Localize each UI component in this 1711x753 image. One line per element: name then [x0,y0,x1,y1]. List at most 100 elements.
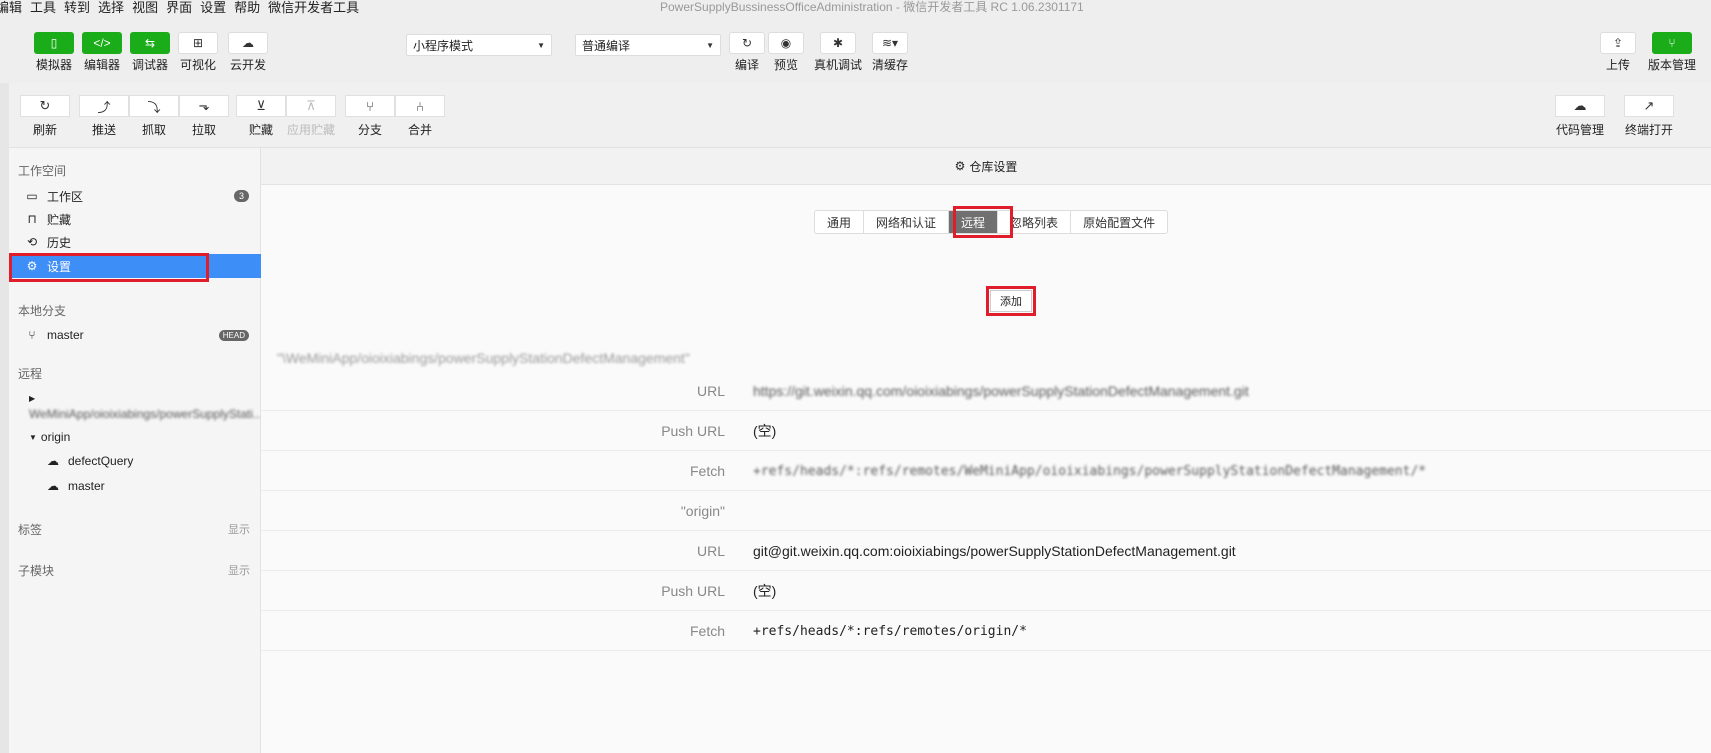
stash-icon: ⊓ [27,212,37,226]
remote-item-origin[interactable]: ▼ origin [9,425,261,449]
editor-button[interactable]: </> 编辑器 [82,32,122,73]
sidebar-item-branch-master[interactable]: ⑂ master HEAD [9,323,261,347]
menu-goto[interactable]: 转到 [64,1,90,15]
editor-label: 编辑器 [83,58,120,72]
clear-cache-button[interactable]: ≋▾ 清缓存 [872,32,908,73]
remote-tab-highlight-box [953,206,1013,238]
remote-fetch-row: Fetch +refs/heads/*:refs/remotes/WeMiniA… [261,452,1711,491]
compile-button[interactable]: ↻ 编译 [729,32,765,73]
branch-label: 分支 [357,123,382,137]
version-mgmt-label: 版本管理 [1648,58,1697,72]
push-url-value[interactable]: (空) [753,421,776,441]
content-header: ⚙ 仓库设置 [261,148,1711,185]
debug-toggle-icon: ⇆ [130,32,170,54]
remote-debug-button[interactable]: ✱ 真机调试 [814,32,862,73]
menu-settings[interactable]: 设置 [200,1,226,15]
code-mgmt-button[interactable]: ☁ 代码管理 [1555,95,1605,138]
cloud-button[interactable]: ☁ 云开发 [228,32,268,73]
push-url-label: Push URL [661,583,725,599]
menu-edit[interactable]: 编辑 [0,1,22,15]
cloud-label: 云开发 [229,58,266,72]
terminal-label: 终端打开 [1624,123,1673,137]
refresh-icon: ↻ [20,95,70,117]
fetch-refspec-value[interactable]: +refs/heads/*:refs/remotes/origin/* [753,624,1027,639]
remote-push-url-row: Push URL (空) [261,572,1711,611]
remote-branch-item[interactable]: ☁ defectQuery [9,449,261,473]
url-label: URL [696,383,725,399]
cloud-branch-icon: ☁ [47,454,59,468]
remote-url-value[interactable]: https://git.weixin.qq.com/oioixiabings/p… [753,383,1249,399]
merge-button[interactable]: ⑃ 合并 [395,95,445,138]
menu-help[interactable]: 帮助 [234,1,260,15]
tab-raw-config[interactable]: 原始配置文件 [1071,211,1167,233]
terminal-button[interactable]: ↗ 终端打开 [1624,95,1674,138]
mode-select[interactable]: 小程序模式 ▼ [406,34,552,56]
version-mgmt-button[interactable]: ⑂ 版本管理 [1648,32,1696,73]
repo-settings-content: ⚙ 仓库设置 通用 网络和认证 远程 忽略列表 原始配置文件 添加 "\WeMi… [261,148,1711,753]
upload-button[interactable]: ⇪ 上传 [1600,32,1636,73]
tab-general[interactable]: 通用 [815,211,865,233]
debugger-button[interactable]: ⇆ 调试器 [130,32,170,73]
git-sidebar: 工作空间 ▭ 工作区 3 ⊓ 贮藏 ⟲ 历史 ⚙ 设置 本地分支 ⑂ maste… [9,148,261,753]
push-url-label: Push URL [661,423,725,439]
tab-network-auth[interactable]: 网络和认证 [864,211,950,233]
tags-show-link[interactable]: 显示 [228,521,250,537]
apply-stash-button[interactable]: ⊼ 应用贮藏 [286,95,336,138]
menu-tools[interactable]: 工具 [30,1,56,15]
sidebar-item-workarea[interactable]: ▭ 工作区 3 [9,184,261,208]
remote-url-row: URL git@git.weixin.qq.com:oioixiabings/p… [261,532,1711,571]
push-icon: ⤴ [79,95,129,117]
remote-branch-item[interactable]: ☁ master [9,474,261,498]
local-branch-section-title: 本地分支 [18,304,67,318]
gear-icon: ⚙ [954,159,966,173]
stash-button[interactable]: ⊻ 贮藏 [236,95,286,138]
code-icon: </> [82,32,122,54]
remote-origin-label: origin [40,430,71,444]
visual-button[interactable]: ⊞ 可视化 [178,32,218,73]
push-button[interactable]: ⤴ 推送 [79,95,129,138]
sidebar-item-history[interactable]: ⟲ 历史 [9,230,261,254]
sidebar-item-label: 历史 [47,235,72,250]
remote-name: "\WeMiniApp/oioixiabings/powerSupplyStat… [277,350,690,366]
folder-icon: ▭ [26,189,38,203]
apply-stash-label: 应用贮藏 [286,123,335,137]
cloud-sync-icon: ☁ [1555,95,1605,117]
pull-button[interactable]: ⬎ 拉取 [179,95,229,138]
fetch-label: Fetch [689,463,725,479]
remote-debug-label: 真机调试 [814,58,863,72]
remote-item-label: WeMiniApp/oioixiabings/powerSupplyStati.… [29,407,261,421]
bug-icon: ✱ [820,32,856,54]
chevron-down-icon: ▼ [537,40,545,50]
menu-interface[interactable]: 界面 [166,1,192,15]
compile-select[interactable]: 普通编译 ▼ [575,34,721,56]
visual-label: 可视化 [179,58,216,72]
menu-view[interactable]: 视图 [132,1,158,15]
preview-button[interactable]: ◉ 预览 [768,32,804,73]
mode-select-value: 小程序模式 [413,38,474,53]
git-toolbar: ↻ 刷新 ⤴ 推送 ⤵ 抓取 ⬎ 拉取 ⊻ 贮藏 ⊼ 应用贮藏 ⑂ 分支 ⑃ 合… [9,83,1711,148]
sidebar-item-stash[interactable]: ⊓ 贮藏 [9,207,261,231]
remote-url-value[interactable]: git@git.weixin.qq.com:oioixiabings/power… [753,543,1236,559]
menu-select[interactable]: 选择 [98,1,124,15]
branch-icon: ⑂ [345,95,395,117]
menu-devtools[interactable]: 微信开发者工具 [268,1,359,15]
upload-label: 上传 [1605,58,1630,72]
main-toolbar: ▯ 模拟器 </> 编辑器 ⇆ 调试器 ⊞ 可视化 ☁ 云开发 小程序模式 ▼ … [0,16,1711,83]
fetch-button[interactable]: ⤵ 抓取 [129,95,179,138]
push-label: 推送 [91,123,116,137]
cloud-branch-icon: ☁ [47,479,59,493]
remote-name-row: "origin" [261,492,1711,531]
refresh-button[interactable]: ↻ 刷新 [20,95,70,138]
add-button-highlight-box [986,286,1036,316]
refresh-label: 刷新 [32,123,57,137]
chevron-down-icon: ▼ [706,40,714,50]
push-url-value[interactable]: (空) [753,581,776,601]
chevron-down-icon: ▼ [29,432,37,442]
fetch-refspec-value[interactable]: +refs/heads/*:refs/remotes/WeMiniApp/oio… [753,464,1426,479]
branch-name: master [47,328,84,342]
branch-icon: ⑂ [1652,32,1692,54]
simulator-button[interactable]: ▯ 模拟器 [34,32,74,73]
remote-item-wemini[interactable]: WeMiniApp/oioixiabings/powerSupplyStati.… [9,402,261,426]
submodule-show-link[interactable]: 显示 [228,562,250,578]
branch-button[interactable]: ⑂ 分支 [345,95,395,138]
